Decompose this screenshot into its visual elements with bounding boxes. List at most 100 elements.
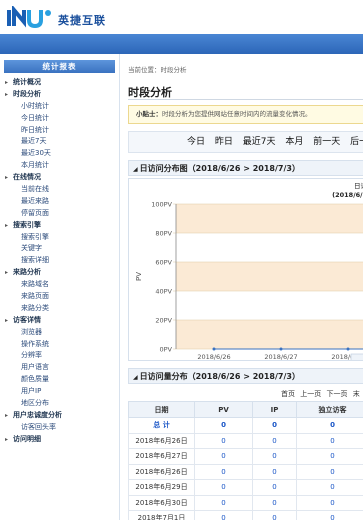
cell-pv[interactable]: 0 xyxy=(194,510,253,520)
cell-ip[interactable]: 0 xyxy=(252,448,297,465)
cell-uv[interactable]: 0 xyxy=(296,463,363,480)
top-header: 英捷互联 xyxy=(0,0,363,34)
sidebar-item[interactable]: 今日统计 xyxy=(0,113,119,125)
cell-ip[interactable]: 0 xyxy=(252,510,297,520)
y-tick-label: 20PV xyxy=(155,317,172,325)
tip-label: 小贴士： xyxy=(136,110,162,118)
cell-date: 2018年6月26日 xyxy=(128,463,195,480)
cell-date: 2018年6月29日 xyxy=(128,479,195,496)
sidebar-group[interactable]: 来路分析 xyxy=(0,267,119,279)
sidebar-item[interactable]: 来路域名 xyxy=(0,279,119,291)
table-panel-header: ◢ 日访问量分布（2018/6/26 > 2018/7/3） xyxy=(128,368,363,384)
pager-last[interactable]: 末 xyxy=(353,390,360,398)
chart-grid-band xyxy=(176,233,363,262)
table-row: 2018年7月1日 0 0 0 xyxy=(128,510,363,520)
sidebar-group[interactable]: 统计概况 xyxy=(0,77,119,89)
cell-uv[interactable]: 0 xyxy=(296,448,363,465)
col-header-pv[interactable]: PV xyxy=(194,401,253,418)
sidebar-item[interactable]: 最近7天 xyxy=(0,136,119,148)
sidebar: 统计报表 统计概况时段分析小时统计今日统计昨日统计最近7天最近30天本月统计在线… xyxy=(0,54,120,520)
sidebar-item[interactable]: 用户语言 xyxy=(0,362,119,374)
cell-date: 2018年6月26日 xyxy=(128,432,195,449)
chart-grid-band xyxy=(176,320,363,349)
col-header-date[interactable]: 日期 xyxy=(128,401,195,418)
sidebar-item[interactable]: 搜索详细 xyxy=(0,255,119,267)
total-label: 总 计 xyxy=(128,417,195,434)
sidebar-item[interactable]: 最近30天 xyxy=(0,148,119,160)
cell-uv[interactable]: 0 xyxy=(296,432,363,449)
sidebar-item[interactable]: 昨日统计 xyxy=(0,125,119,137)
sidebar-item[interactable]: 小时统计 xyxy=(0,101,119,113)
chart-grid-band xyxy=(176,204,363,233)
data-point xyxy=(279,347,283,351)
table-row: 2018年6月27日 0 0 0 xyxy=(128,448,363,465)
table-header-row: 日期 PV IP 独立访客 xyxy=(128,401,363,418)
cell-pv[interactable]: 0 xyxy=(194,494,253,511)
sidebar-item[interactable]: 分辨率 xyxy=(0,350,119,362)
sidebar-item[interactable]: 最近来路 xyxy=(0,196,119,208)
sidebar-item[interactable]: 搜索引擎 xyxy=(0,232,119,244)
sidebar-group[interactable]: 访问明细 xyxy=(0,434,119,446)
data-point xyxy=(346,347,350,351)
cell-date: 2018年6月30日 xyxy=(128,494,195,511)
y-tick-label: 0PV xyxy=(159,346,172,354)
col-header-uv[interactable]: 独立访客 xyxy=(296,401,363,418)
sidebar-item[interactable]: 本月统计 xyxy=(0,160,119,172)
quick-range-bar: 今日 昨日 最近7天 本月 前一天 后一 xyxy=(128,131,363,153)
sidebar-group[interactable]: 访客详情 xyxy=(0,315,119,327)
cell-pv[interactable]: 0 xyxy=(194,432,253,449)
title-divider xyxy=(128,99,363,100)
sidebar-item[interactable]: 停留页面 xyxy=(0,208,119,220)
cell-uv[interactable]: 0 xyxy=(296,494,363,511)
col-header-ip[interactable]: IP xyxy=(252,401,297,418)
table-row: 2018年6月26日 0 0 0 xyxy=(128,463,363,480)
range-next-day[interactable]: 后一 xyxy=(350,137,363,147)
cell-pv[interactable]: 0 xyxy=(194,463,253,480)
sidebar-item[interactable]: 浏览器 xyxy=(0,327,119,339)
sidebar-group[interactable]: 时段分析 xyxy=(0,89,119,101)
table-total-row: 总 计 0 0 0 xyxy=(128,417,363,434)
logo-icon xyxy=(7,6,51,29)
sidebar-group[interactable]: 搜索引擎 xyxy=(0,220,119,232)
range-this-month[interactable]: 本月 xyxy=(285,137,303,147)
total-ip: 0 xyxy=(252,417,297,434)
main-content: 当前位置：时段分析 时段分析 小贴士：时段分析为您提供网站任意时间内的流量变化情… xyxy=(121,54,363,520)
sidebar-item[interactable]: 操作系统 xyxy=(0,339,119,351)
pager-first[interactable]: 首页 xyxy=(281,390,295,398)
sidebar-item[interactable]: 来路分类 xyxy=(0,303,119,315)
y-axis-label: PV xyxy=(135,272,143,281)
table-row: 2018年6月29日 0 0 0 xyxy=(128,479,363,496)
cell-ip[interactable]: 0 xyxy=(252,479,297,496)
cell-ip[interactable]: 0 xyxy=(252,432,297,449)
tip-box: 小贴士：时段分析为您提供网站任意时间内的流量变化情况。 xyxy=(128,105,363,124)
cell-pv[interactable]: 0 xyxy=(194,479,253,496)
chart-subtitle: (2018/6/2 xyxy=(332,191,363,199)
cell-uv[interactable]: 0 xyxy=(296,510,363,520)
range-yesterday[interactable]: 昨日 xyxy=(215,137,233,147)
collapse-triangle-icon[interactable]: ◢ xyxy=(133,166,138,173)
cell-pv[interactable]: 0 xyxy=(194,448,253,465)
sidebar-item[interactable]: 访客回头率 xyxy=(0,422,119,434)
cell-uv[interactable]: 0 xyxy=(296,479,363,496)
sidebar-item[interactable]: 用户IP xyxy=(0,386,119,398)
sidebar-item[interactable]: 地区分布 xyxy=(0,398,119,410)
breadcrumb: 当前位置：时段分析 xyxy=(128,66,187,74)
cell-ip[interactable]: 0 xyxy=(252,463,297,480)
pager-next[interactable]: 下一页 xyxy=(326,390,347,398)
cell-date: 2018年7月1日 xyxy=(128,510,195,520)
range-today[interactable]: 今日 xyxy=(187,137,205,147)
sidebar-item[interactable]: 来路页面 xyxy=(0,291,119,303)
sidebar-item[interactable]: 当前在线 xyxy=(0,184,119,196)
range-last7days[interactable]: 最近7天 xyxy=(243,137,276,147)
y-tick-label: 40PV xyxy=(155,288,172,296)
cell-date: 2018年6月27日 xyxy=(128,448,195,465)
sidebar-group[interactable]: 在线情况 xyxy=(0,172,119,184)
sidebar-item[interactable]: 关键字 xyxy=(0,243,119,255)
total-uv: 0 xyxy=(296,417,363,434)
cell-ip[interactable]: 0 xyxy=(252,494,297,511)
range-previous-day[interactable]: 前一天 xyxy=(313,137,340,147)
pager-prev[interactable]: 上一页 xyxy=(300,390,321,398)
collapse-triangle-icon[interactable]: ◢ xyxy=(133,374,138,381)
sidebar-group[interactable]: 用户忠诚度分析 xyxy=(0,410,119,422)
sidebar-item[interactable]: 颜色质量 xyxy=(0,374,119,386)
